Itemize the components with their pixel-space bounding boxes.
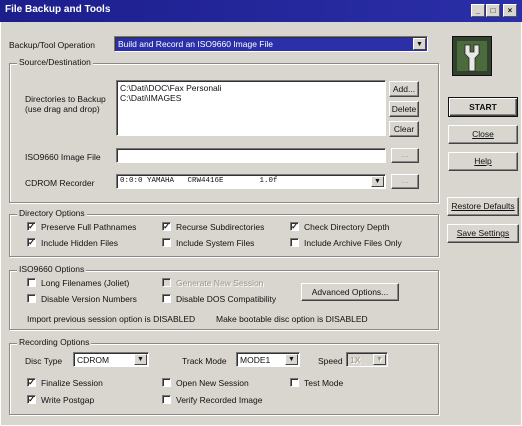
test-mode-label: Test Mode — [304, 378, 344, 388]
source-destination-title: Source/Destination — [17, 57, 93, 67]
operation-label: Backup/Tool Operation — [9, 40, 95, 50]
window-title: File Backup and Tools — [5, 4, 111, 15]
close-icon[interactable]: × — [503, 4, 517, 17]
directory-options-group — [9, 214, 439, 257]
archive-only-checkbox[interactable] — [290, 238, 299, 247]
disable-version-checkbox[interactable] — [27, 294, 36, 303]
bootable-disc-info: Make bootable disc option is DISABLED — [216, 314, 368, 324]
speed-select: 1X ▼ — [346, 352, 388, 367]
recurse-subdirs-label: Recurse Subdirectories — [176, 222, 265, 232]
multisession-checkbox — [162, 278, 171, 287]
directory-options-title: Directory Options — [17, 208, 87, 218]
disable-dos-checkbox[interactable] — [162, 294, 171, 303]
browse-iso-button[interactable]: ... — [391, 148, 419, 163]
finalize-session-label: Finalize Session — [41, 378, 103, 388]
long-filenames-checkbox[interactable] — [27, 278, 36, 287]
speed-value: 1X — [350, 355, 361, 365]
open-new-session-label: Open New Session — [176, 378, 249, 388]
track-mode-select[interactable]: MODE1 ▼ — [236, 352, 300, 367]
add-button[interactable]: Add... — [389, 81, 419, 97]
include-hidden-checkbox[interactable]: ✓ — [27, 238, 36, 247]
tool-icon — [452, 36, 492, 76]
chevron-down-icon[interactable]: ▼ — [413, 38, 426, 50]
iso-options-title: ISO9660 Options — [17, 264, 87, 274]
browse-recorder-button[interactable]: ... — [391, 174, 419, 189]
speed-label: Speed — [318, 356, 343, 366]
import-session-info: Import previous session option is DISABL… — [27, 314, 196, 324]
track-mode-value: MODE1 — [240, 355, 271, 365]
chevron-down-icon: ▼ — [373, 354, 386, 365]
operation-value: Build and Record an ISO9660 Image File — [118, 39, 273, 49]
minimize-icon[interactable]: _ — [471, 4, 485, 17]
recurse-subdirs-checkbox[interactable]: ✓ — [162, 222, 171, 231]
disable-version-label: Disable Version Numbers — [41, 294, 137, 304]
cdrom-recorder-label: CDROM Recorder — [25, 178, 95, 188]
directories-listbox[interactable]: C:\Dati\DOC\Fax Personali C:\Dati\IMAGES — [116, 80, 386, 136]
close-button[interactable]: Close — [448, 125, 518, 144]
multisession-label: Generate New Session — [176, 278, 264, 288]
open-new-session-checkbox[interactable] — [162, 378, 171, 387]
include-system-checkbox[interactable] — [162, 238, 171, 247]
list-item[interactable]: C:\Dati\IMAGES — [120, 93, 181, 103]
disc-type-label: Disc Type — [25, 356, 63, 366]
archive-only-label: Include Archive Files Only — [304, 238, 402, 248]
verify-image-checkbox[interactable] — [162, 395, 171, 404]
dirs-label-line2: (use drag and drop) — [25, 104, 100, 114]
start-button[interactable]: START — [448, 97, 518, 117]
maximize-icon[interactable]: □ — [486, 4, 500, 17]
chevron-down-icon[interactable]: ▼ — [285, 354, 298, 365]
advanced-options-button[interactable]: Advanced Options... — [301, 283, 399, 301]
long-filenames-label: Long Filenames (Joliet) — [41, 278, 130, 288]
disc-type-value: CDROM — [77, 355, 110, 365]
iso-image-input[interactable] — [116, 148, 386, 163]
preserve-pathnames-checkbox[interactable]: ✓ — [27, 222, 36, 231]
write-postgap-checkbox[interactable]: ✓ — [27, 395, 36, 404]
restore-defaults-button[interactable]: Restore Defaults — [447, 197, 519, 216]
cdrom-recorder-value: 0:0:0 YAMAHA CRW4416E 1.0f — [120, 177, 278, 185]
preserve-pathnames-label: Preserve Full Pathnames — [41, 222, 137, 232]
disable-dos-label: Disable DOS Compatibility — [176, 294, 277, 304]
operation-select[interactable]: Build and Record an ISO9660 Image File ▼ — [114, 36, 428, 52]
chevron-down-icon[interactable]: ▼ — [371, 176, 384, 187]
help-button[interactable]: Help — [448, 152, 518, 171]
check-depth-label: Check Directory Depth — [304, 222, 390, 232]
delete-button[interactable]: Delete — [389, 101, 419, 117]
list-item[interactable]: C:\Dati\DOC\Fax Personali — [120, 83, 222, 93]
include-system-label: Include System Files — [176, 238, 255, 248]
check-depth-checkbox[interactable]: ✓ — [290, 222, 299, 231]
finalize-session-checkbox[interactable]: ✓ — [27, 378, 36, 387]
title-bar[interactable]: File Backup and Tools _ □ × — [0, 0, 522, 22]
chevron-down-icon[interactable]: ▼ — [134, 354, 147, 365]
include-hidden-label: Include Hidden Files — [41, 238, 119, 248]
disc-type-select[interactable]: CDROM ▼ — [73, 352, 149, 367]
cdrom-recorder-select[interactable]: 0:0:0 YAMAHA CRW4416E 1.0f ▼ — [116, 174, 386, 189]
test-mode-checkbox[interactable] — [290, 378, 299, 387]
write-postgap-label: Write Postgap — [41, 395, 95, 405]
clear-button[interactable]: Clear — [389, 121, 419, 137]
iso-image-label: ISO9660 Image File — [25, 152, 101, 162]
dirs-label-line1: Directories to Backup — [25, 94, 106, 104]
recording-options-title: Recording Options — [17, 337, 92, 347]
save-settings-button[interactable]: Save Settings — [447, 224, 519, 243]
verify-image-label: Verify Recorded Image — [176, 395, 263, 405]
track-mode-label: Track Mode — [182, 356, 227, 366]
